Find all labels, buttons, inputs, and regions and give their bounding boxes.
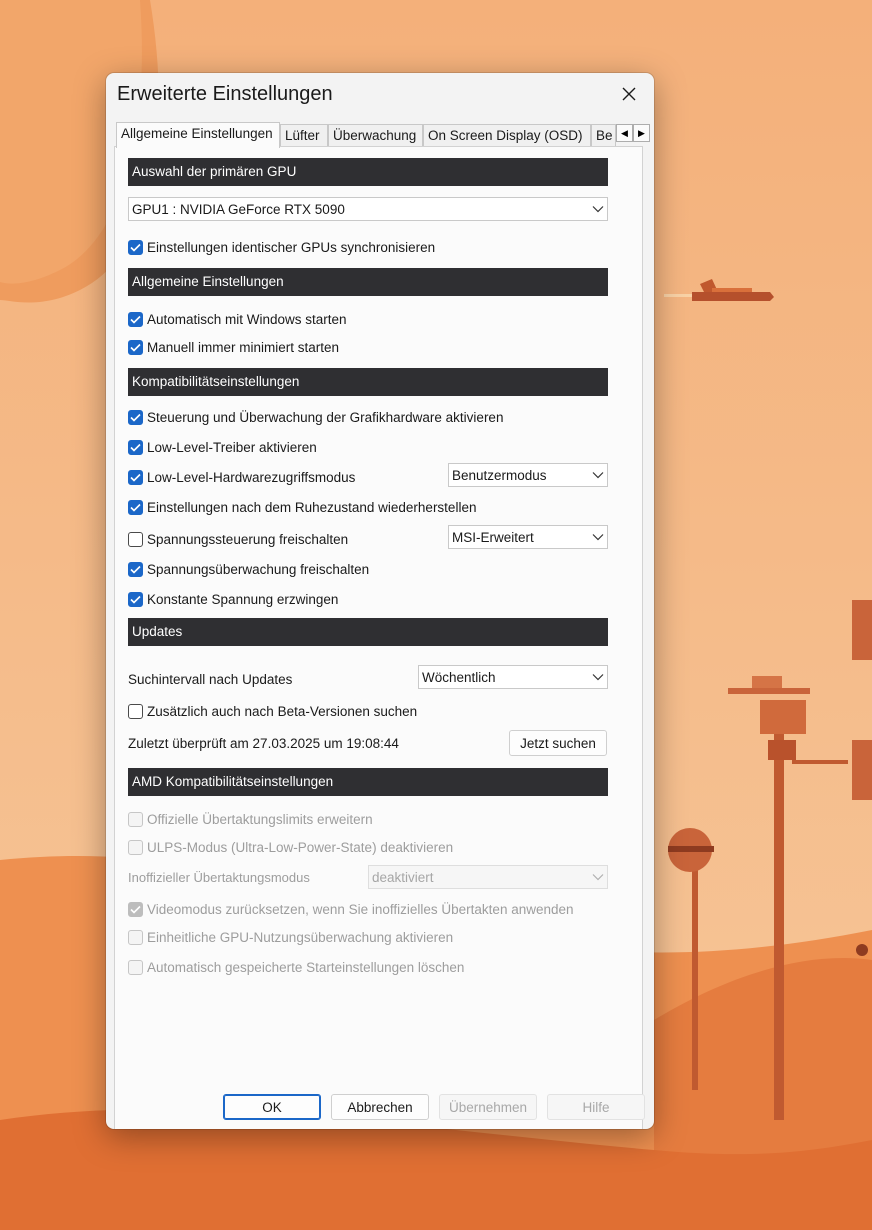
checkbox-label: Einstellungen identischer GPUs synchroni… [147, 239, 436, 255]
checkbox-label: Zusätzlich auch nach Beta-Versionen such… [147, 703, 418, 719]
dialog-title: Erweiterte Einstellungen [117, 83, 333, 105]
voltage-control-mode-value: MSI-Erweitert [452, 529, 534, 545]
checkbox-label: Low-Level-Treiber aktivieren [147, 439, 317, 455]
checkbox-checked-icon [128, 239, 143, 255]
voltage-control-checkbox[interactable]: Spannungssteuerung freischalten [128, 529, 348, 549]
start-minimized-checkbox[interactable]: Manuell immer minimiert starten [128, 337, 339, 357]
constant-voltage-checkbox[interactable]: Konstante Spannung erzwingen [128, 589, 338, 609]
tab-monitoring[interactable]: Überwachung [328, 124, 423, 146]
lowlevel-driver-checkbox[interactable]: Low-Level-Treiber aktivieren [128, 437, 317, 457]
chevron-down-icon [592, 874, 604, 881]
checkbox-checked-icon [128, 439, 143, 455]
gpu-select-value: GPU1 : NVIDIA GeForce RTX 5090 [132, 201, 345, 217]
checkbox-label: Spannungsüberwachung freischalten [147, 561, 370, 577]
section-header-general: Allgemeine Einstellungen [128, 268, 608, 296]
checkbox-label: Einstellungen nach dem Ruhezustand wiede… [147, 499, 477, 515]
last-checked-text: Zuletzt überprüft am 27.03.2025 um 19:08… [128, 735, 399, 751]
tab-scroll-left-button[interactable]: ◀ [616, 124, 633, 142]
lowlevel-hw-mode-value: Benutzermodus [452, 467, 547, 483]
checkbox-label: Manuell immer minimiert starten [147, 339, 340, 355]
checkbox-label: Automatisch mit Windows starten [147, 311, 347, 327]
chevron-down-icon [592, 206, 604, 213]
ulps-checkbox[interactable]: ULPS-Modus (Ultra-Low-Power-State) deakt… [128, 837, 453, 857]
checkbox-label: Low-Level-Hardwarezugriffsmodus [147, 469, 356, 485]
tab-truncated[interactable]: Be [591, 124, 616, 146]
checkbox-label: Spannungssteuerung freischalten [147, 531, 349, 547]
beta-versions-checkbox[interactable]: Zusätzlich auch nach Beta-Versionen such… [128, 701, 417, 721]
checkbox-checked-icon [128, 499, 143, 515]
reset-video-mode-checkbox[interactable]: Videomodus zurücksetzen, wenn Sie inoffi… [128, 899, 574, 919]
check-now-button[interactable]: Jetzt suchen [509, 730, 607, 756]
checkbox-checked-icon [128, 339, 143, 355]
voltage-monitor-checkbox[interactable]: Spannungsüberwachung freischalten [128, 559, 369, 579]
checkbox-label: Konstante Spannung erzwingen [147, 591, 339, 607]
gpu-select[interactable]: GPU1 : NVIDIA GeForce RTX 5090 [128, 197, 608, 221]
checkbox-checked-icon [128, 409, 143, 425]
checkbox-label: Steuerung und Überwachung der Grafikhard… [147, 409, 504, 425]
extend-limits-checkbox[interactable]: Offizielle Übertaktungslimits erweitern [128, 809, 373, 829]
tab-osd[interactable]: On Screen Display (OSD) [423, 124, 591, 146]
unofficial-oc-value: deaktiviert [372, 869, 434, 885]
title-bar: Erweiterte Einstellungen [106, 73, 654, 115]
checkbox-unchecked-icon [128, 703, 143, 719]
ok-button[interactable]: OK [223, 1094, 321, 1120]
checkbox-label: Automatisch gespeicherte Starteinstellun… [147, 959, 465, 975]
arrow-left-icon: ◀ [621, 127, 628, 138]
close-button[interactable] [612, 79, 646, 109]
checkbox-unchecked-icon [128, 531, 143, 547]
lowlevel-hw-mode-select[interactable]: Benutzermodus [448, 463, 608, 487]
update-interval-label: Suchintervall nach Updates [128, 671, 293, 687]
checkbox-checked-icon [128, 561, 143, 577]
section-header-updates: Updates [128, 618, 608, 646]
close-icon [622, 87, 636, 101]
chevron-down-icon [592, 674, 604, 681]
arrow-right-icon: ▶ [638, 127, 645, 138]
checkbox-label: ULPS-Modus (Ultra-Low-Power-State) deakt… [147, 839, 454, 855]
checkbox-checked-icon [128, 591, 143, 607]
update-interval-value: Wöchentlich [422, 669, 496, 685]
voltage-control-mode-select[interactable]: MSI-Erweitert [448, 525, 608, 549]
checkbox-label: Einheitliche GPU-Nutzungsüberwachung akt… [147, 929, 454, 945]
checkbox-checked-icon [128, 901, 143, 917]
checkbox-unchecked-icon [128, 959, 143, 975]
checkbox-label: Videomodus zurücksetzen, wenn Sie inoffi… [147, 901, 574, 917]
apply-button[interactable]: Übernehmen [439, 1094, 537, 1120]
chevron-down-icon [592, 534, 604, 541]
hw-control-checkbox[interactable]: Steuerung und Überwachung der Grafikhard… [128, 407, 503, 427]
delete-startup-settings-checkbox[interactable]: Automatisch gespeicherte Starteinstellun… [128, 957, 464, 977]
unified-monitoring-checkbox[interactable]: Einheitliche GPU-Nutzungsüberwachung akt… [128, 927, 453, 947]
tab-general[interactable]: Allgemeine Einstellungen [116, 122, 280, 148]
checkbox-unchecked-icon [128, 839, 143, 855]
chevron-down-icon [592, 472, 604, 479]
section-header-amd: AMD Kompatibilitätseinstellungen [128, 768, 608, 796]
unofficial-oc-label: Inoffizieller Übertaktungsmodus [128, 869, 310, 885]
cancel-button[interactable]: Abbrechen [331, 1094, 429, 1120]
autostart-checkbox[interactable]: Automatisch mit Windows starten [128, 309, 347, 329]
section-header-compat: Kompatibilitätseinstellungen [128, 368, 608, 396]
tab-strip: Allgemeine Einstellungen Lüfter Überwach… [114, 122, 650, 148]
tab-scroll-right-button[interactable]: ▶ [633, 124, 650, 142]
unofficial-oc-select[interactable]: deaktiviert [368, 865, 608, 889]
lowlevel-hw-checkbox[interactable]: Low-Level-Hardwarezugriffsmodus [128, 467, 355, 487]
checkbox-label: Offizielle Übertaktungslimits erweitern [147, 811, 373, 827]
checkbox-checked-icon [128, 469, 143, 485]
tab-fans[interactable]: Lüfter [280, 124, 328, 146]
update-interval-select[interactable]: Wöchentlich [418, 665, 608, 689]
restore-after-sleep-checkbox[interactable]: Einstellungen nach dem Ruhezustand wiede… [128, 497, 476, 517]
checkbox-unchecked-icon [128, 929, 143, 945]
help-button[interactable]: Hilfe [547, 1094, 645, 1120]
checkbox-checked-icon [128, 311, 143, 327]
sync-gpus-checkbox[interactable]: Einstellungen identischer GPUs synchroni… [128, 237, 435, 257]
checkbox-unchecked-icon [128, 811, 143, 827]
section-header-gpu: Auswahl der primären GPU [128, 158, 608, 186]
